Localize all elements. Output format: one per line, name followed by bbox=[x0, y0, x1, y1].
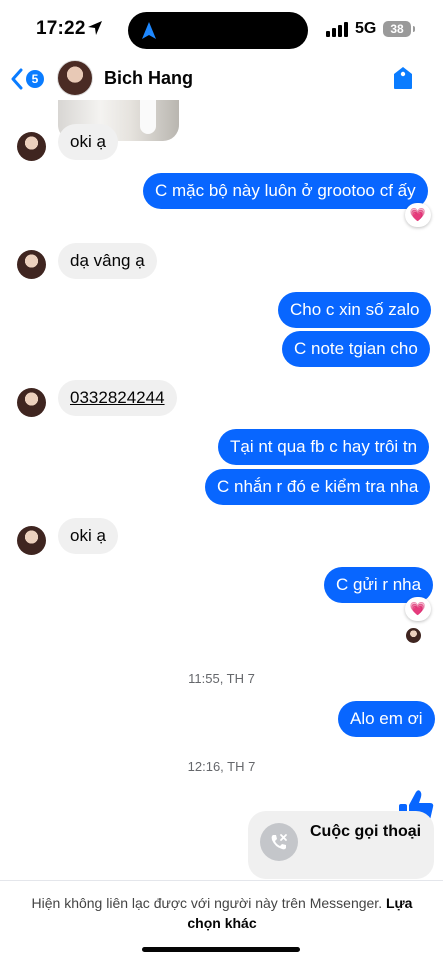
contact-name[interactable]: Bich Hang bbox=[104, 68, 193, 89]
status-bar: 17:22 5G 38 bbox=[0, 0, 443, 58]
contact-avatar-small bbox=[17, 526, 46, 555]
call-card-title: Cuộc gọi thoại bbox=[310, 823, 422, 840]
contact-avatar-small bbox=[17, 132, 46, 161]
missed-call-icon bbox=[260, 823, 298, 861]
status-time: 17:22 bbox=[36, 18, 86, 39]
chat-header: 5 Bich Hang bbox=[0, 58, 443, 100]
outgoing-message[interactable]: Tại nt qua fb c hay trôi tn bbox=[218, 429, 430, 465]
battery-icon: 38 bbox=[383, 21, 415, 37]
footer-text: Hiện không liên lạc được với người này t… bbox=[22, 893, 422, 933]
dynamic-island bbox=[128, 12, 308, 49]
incoming-message[interactable]: oki ạ bbox=[58, 124, 118, 160]
contact-avatar-small bbox=[17, 250, 46, 279]
timestamp: 12:16, TH 7 bbox=[187, 759, 256, 774]
contact-avatar-small bbox=[17, 388, 46, 417]
heart-reaction-icon[interactable]: 💗 bbox=[405, 597, 431, 621]
contact-avatar[interactable] bbox=[57, 60, 93, 96]
footer-notice: Hiện không liên lạc được với người này t… bbox=[0, 880, 443, 960]
phone-number-message[interactable]: 0332824244 bbox=[58, 380, 177, 416]
unread-count-badge: 5 bbox=[26, 70, 44, 88]
unreachable-notice: Hiện không liên lạc được với người này t… bbox=[31, 895, 383, 911]
signal-icon bbox=[326, 22, 348, 37]
outgoing-message[interactable]: C mặc bộ này luôn ở grootoo cf ấy bbox=[143, 173, 428, 209]
incoming-message[interactable]: dạ vâng ạ bbox=[58, 243, 157, 279]
tag-icon[interactable] bbox=[392, 66, 414, 90]
network-label: 5G bbox=[355, 20, 377, 37]
seen-indicator-avatar bbox=[406, 628, 421, 643]
outgoing-message[interactable]: Alo em ơi bbox=[338, 701, 435, 737]
heart-reaction-icon[interactable]: 💗 bbox=[405, 203, 431, 227]
home-indicator[interactable] bbox=[142, 947, 300, 952]
incoming-message[interactable]: oki ạ bbox=[58, 518, 118, 554]
chevron-left-icon bbox=[11, 68, 23, 90]
voice-call-card[interactable]: Cuộc gọi thoại bbox=[248, 811, 434, 879]
outgoing-message[interactable]: C nhắn r đó e kiểm tra nha bbox=[205, 469, 431, 505]
location-arrow-icon bbox=[88, 21, 102, 35]
back-button[interactable]: 5 bbox=[10, 64, 50, 94]
navigation-arrow-icon bbox=[142, 22, 156, 39]
timestamp: 11:55, TH 7 bbox=[188, 671, 255, 686]
outgoing-message[interactable]: Cho c xin số zalo bbox=[278, 292, 432, 328]
outgoing-message[interactable]: C note tgian cho bbox=[282, 331, 430, 367]
